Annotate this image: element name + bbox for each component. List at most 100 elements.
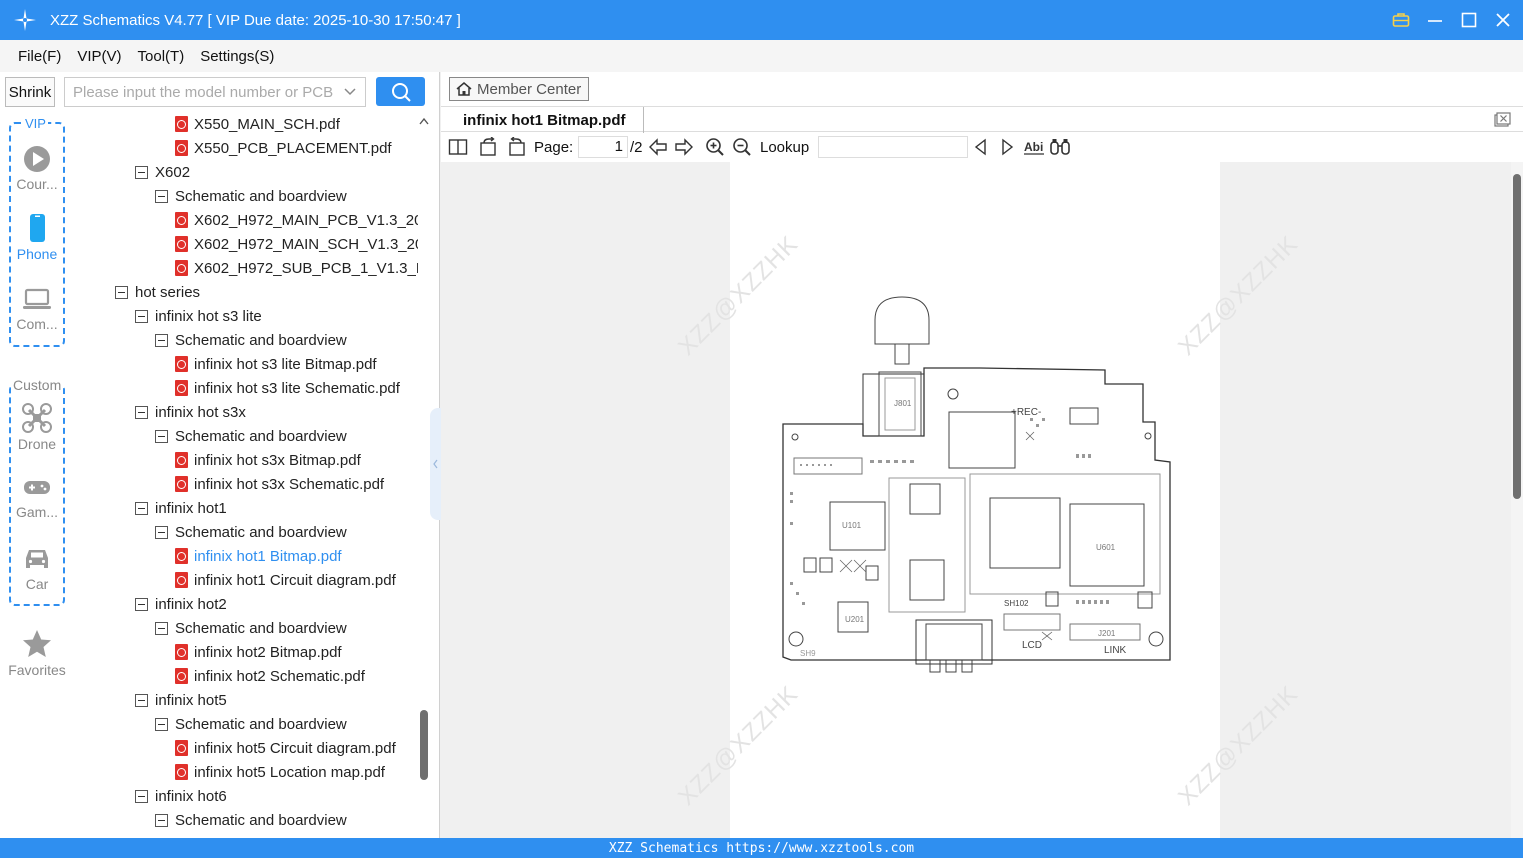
tree-folder-item[interactable]: hot series: [115, 280, 200, 304]
tree-folder-item[interactable]: Schematic and boardview: [155, 712, 347, 736]
collapse-toggle-icon[interactable]: [115, 285, 128, 299]
menu-file[interactable]: File(F): [18, 48, 61, 65]
board-label: LINK: [1104, 645, 1127, 656]
collapse-toggle-icon[interactable]: [155, 429, 168, 443]
find-next-icon[interactable]: [999, 137, 1015, 157]
tree-folder-item[interactable]: Schematic and boardview: [155, 808, 347, 832]
collapse-toggle-icon[interactable]: [155, 621, 168, 635]
chevron-down-icon[interactable]: [343, 84, 357, 102]
menu-vip[interactable]: VIP(V): [77, 48, 121, 65]
tree-file-item[interactable]: infinix hot s3 lite Schematic.pdf: [175, 376, 400, 400]
maximize-button[interactable]: [1459, 10, 1479, 30]
tree-file-item[interactable]: X602_H972_MAIN_SCH_V1.3_2016: [175, 232, 420, 256]
binoculars-icon[interactable]: [1049, 137, 1071, 157]
sidebar-item-car[interactable]: Car: [0, 544, 74, 592]
category-sidebar: VIP Custom Cour... Phone Com... Drone Ga…: [0, 112, 74, 838]
tree-file-item[interactable]: infinix hot2 Schematic.pdf: [175, 664, 365, 688]
gamepad-icon: [24, 481, 50, 494]
collapse-toggle-icon[interactable]: [135, 309, 148, 323]
collapse-toggle-icon[interactable]: [155, 717, 168, 731]
tree-folder-item[interactable]: infinix hot s3 lite: [135, 304, 262, 328]
tab-document[interactable]: infinix hot1 Bitmap.pdf: [449, 107, 644, 133]
viewer-scroll-thumb[interactable]: [1513, 174, 1521, 499]
search-input[interactable]: Please input the model number or PCB: [64, 77, 366, 107]
tree-folder-item[interactable]: Schematic and boardview: [155, 328, 347, 352]
tree-file-item[interactable]: infinix hot2 Bitmap.pdf: [175, 640, 342, 664]
close-all-tabs-icon[interactable]: [1493, 112, 1511, 133]
tree-file-item[interactable]: infinix hot s3x Bitmap.pdf: [175, 448, 361, 472]
search-button[interactable]: [376, 77, 425, 106]
match-case-icon[interactable]: Abi: [1023, 137, 1045, 157]
previous-page-icon[interactable]: [648, 137, 668, 157]
sidebar-item-label: Drone: [17, 436, 57, 452]
tree-folder-item[interactable]: infinix hot5: [135, 688, 227, 712]
collapse-toggle-icon[interactable]: [135, 693, 148, 707]
rotate-left-icon[interactable]: [479, 137, 499, 157]
collapse-toggle-icon[interactable]: [135, 165, 148, 179]
collapse-toggle-icon[interactable]: [155, 333, 168, 347]
tree-folder-item[interactable]: Schematic and boardview: [155, 520, 347, 544]
tree-item-label: X602_H972_MAIN_PCB_V1.3_2016: [194, 211, 420, 229]
tree-file-item[interactable]: infinix hot1 Circuit diagram.pdf: [175, 568, 396, 592]
next-page-icon[interactable]: [674, 137, 694, 157]
tree-folder-item[interactable]: infinix hot6: [135, 784, 227, 808]
tree-folder-item[interactable]: X602: [135, 160, 190, 184]
collapse-toggle-icon[interactable]: [155, 525, 168, 539]
close-button[interactable]: [1493, 10, 1513, 30]
briefcase-icon[interactable]: [1391, 10, 1411, 30]
play-circle-icon: [24, 146, 50, 172]
tree-file-item[interactable]: infinix hot s3 lite Bitmap.pdf: [175, 352, 377, 376]
sidebar-item-courses[interactable]: Cour...: [0, 144, 74, 192]
pdf-file-icon: [175, 668, 188, 684]
viewer-scrollbar[interactable]: [1511, 162, 1523, 838]
tree-file-item[interactable]: infinix hot1 Bitmap.pdf: [175, 544, 342, 568]
tree-file-item[interactable]: infinix hot s3x Schematic.pdf: [175, 472, 384, 496]
tree-file-item[interactable]: X602_H972_MAIN_PCB_V1.3_2016: [175, 208, 420, 232]
tree-file-item[interactable]: X550_MAIN_SCH.pdf: [175, 112, 340, 136]
scroll-up-icon[interactable]: [419, 116, 429, 128]
collapse-toggle-icon[interactable]: [155, 813, 168, 827]
collapse-toggle-icon[interactable]: [155, 189, 168, 203]
tree-folder-item[interactable]: Schematic and boardview: [155, 424, 347, 448]
tree-item-label: infinix hot6: [155, 787, 227, 805]
document-viewer[interactable]: XZZ@XZZHK XZZ@XZZHK XZZ@XZZHK XZZ@XZZHK: [441, 162, 1511, 838]
split-view-icon[interactable]: [448, 137, 468, 157]
title-bar: XZZ Schematics V4.77 [ VIP Due date: 202…: [0, 0, 1523, 40]
tree-folder-item[interactable]: infinix hot s3x: [135, 400, 246, 424]
menu-tool[interactable]: Tool(T): [138, 48, 185, 65]
sidebar-item-favorites[interactable]: Favorites: [0, 628, 74, 678]
tree-file-item[interactable]: infinix hot5 Location map.pdf: [175, 760, 385, 784]
collapse-toggle-icon[interactable]: [135, 789, 148, 803]
file-tree: X550_MAIN_SCH.pdf X550_PCB_PLACEMENT.pdf X…: [75, 112, 420, 838]
tree-file-item[interactable]: X550_PCB_PLACEMENT.pdf: [175, 136, 392, 160]
rotate-right-icon[interactable]: [506, 137, 526, 157]
tree-scroll-thumb[interactable]: [420, 710, 428, 780]
tree-folder-item[interactable]: Schematic and boardview: [155, 616, 347, 640]
sidebar-item-computer[interactable]: Com...: [0, 284, 74, 332]
custom-group-label: Custom: [11, 377, 64, 393]
find-previous-icon[interactable]: [973, 137, 989, 157]
lookup-input[interactable]: [818, 136, 968, 158]
tree-folder-item[interactable]: infinix hot2: [135, 592, 227, 616]
sidebar-item-drone[interactable]: Drone: [0, 402, 74, 452]
tree-folder-item[interactable]: Schematic and boardview: [155, 184, 347, 208]
sidebar-item-gaming[interactable]: Gam...: [0, 472, 74, 520]
collapse-toggle-icon[interactable]: [135, 597, 148, 611]
collapse-toggle-icon[interactable]: [135, 501, 148, 515]
tree-file-item[interactable]: X602_H972_SUB_PCB_1_V1.3_Plac: [175, 256, 420, 280]
tree-item-label: Schematic and boardview: [175, 331, 347, 349]
zoom-out-icon[interactable]: [732, 137, 752, 157]
tree-folder-item[interactable]: infinix hot1: [135, 496, 227, 520]
sidebar-item-label: Cour...: [16, 176, 58, 192]
zoom-in-icon[interactable]: [705, 137, 725, 157]
minimize-button[interactable]: [1425, 10, 1445, 30]
tree-file-item[interactable]: infinix hot5 Circuit diagram.pdf: [175, 736, 396, 760]
left-panel: Shrink Please input the model number or …: [0, 72, 440, 838]
app-logo-icon: [0, 0, 50, 40]
sidebar-item-phone[interactable]: Phone: [0, 212, 74, 262]
page-number-input[interactable]: 1: [578, 136, 628, 158]
collapse-toggle-icon[interactable]: [135, 405, 148, 419]
menu-settings[interactable]: Settings(S): [200, 48, 274, 65]
member-center-button[interactable]: Member Center: [449, 77, 589, 101]
shrink-button[interactable]: Shrink: [5, 77, 55, 107]
